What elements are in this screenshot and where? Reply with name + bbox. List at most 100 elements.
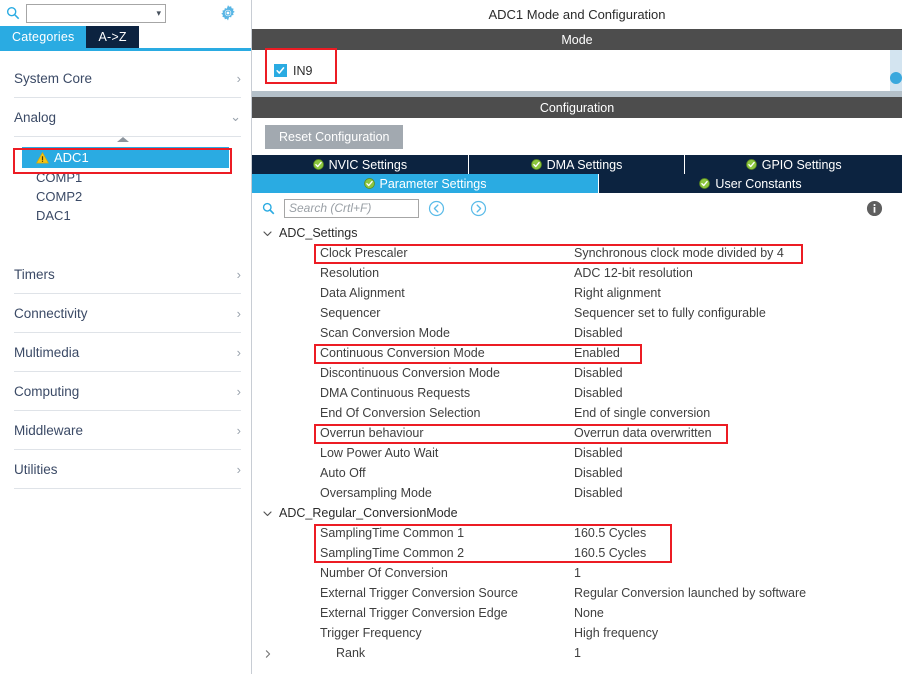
table-row[interactable]: Clock Prescaler Synchronous clock mode d… xyxy=(252,243,902,263)
table-row[interactable]: Scan Conversion Mode Disabled xyxy=(252,323,902,343)
param-value[interactable]: Disabled xyxy=(574,366,623,380)
sidebar-item-computing[interactable]: Computing › xyxy=(14,372,241,411)
sidebar-item-utilities[interactable]: Utilities › xyxy=(14,450,241,489)
param-value[interactable]: Disabled xyxy=(574,466,623,480)
tab-nvic-settings[interactable]: NVIC Settings xyxy=(252,155,469,174)
tab-parameter-settings[interactable]: Parameter Settings xyxy=(252,174,599,193)
table-row[interactable]: Sequencer Sequencer set to fully configu… xyxy=(252,303,902,323)
tab-user-constants[interactable]: User Constants xyxy=(599,174,902,193)
sidebar-search-combo[interactable]: ▾ xyxy=(26,3,166,23)
sidebar-item-connectivity-label: Connectivity xyxy=(14,305,88,321)
sidebar-tabs-filler xyxy=(138,26,251,48)
table-row[interactable]: Continuous Conversion Mode Enabled xyxy=(252,343,902,363)
chevron-right-circle-icon[interactable] xyxy=(470,200,487,217)
group-header-adc-regular-conversionmode[interactable]: ADC_Regular_ConversionMode xyxy=(252,503,902,523)
param-value[interactable]: Disabled xyxy=(574,326,623,340)
param-name: Sequencer xyxy=(320,306,381,320)
param-value[interactable]: 1 xyxy=(574,646,581,660)
gear-icon[interactable] xyxy=(219,4,237,22)
group-header-adc-settings[interactable]: ADC_Settings xyxy=(252,223,902,243)
param-name: Auto Off xyxy=(320,466,366,480)
parameter-settings-panel: ADC_Settings Clock Prescaler Synchronous… xyxy=(252,193,902,674)
param-value[interactable]: Synchronous clock mode divided by 4 xyxy=(574,246,784,260)
reset-configuration-button[interactable]: Reset Configuration xyxy=(265,124,404,149)
checkbox-checked-icon[interactable] xyxy=(274,64,287,77)
table-row[interactable]: SamplingTime Common 2 160.5 Cycles xyxy=(252,543,902,563)
sidebar-tab-categories-label: Categories xyxy=(12,30,75,44)
mode-checkbox-in9-label: IN9 xyxy=(293,63,313,78)
sidebar-item-comp1[interactable]: COMP1 xyxy=(36,168,251,187)
green-check-icon xyxy=(530,159,542,170)
param-name: Oversampling Mode xyxy=(320,486,432,500)
param-value[interactable]: Enabled xyxy=(574,346,620,360)
param-name: Discontinuous Conversion Mode xyxy=(320,366,500,380)
parameter-search-input[interactable] xyxy=(284,198,419,218)
table-row[interactable]: Rank 1 xyxy=(252,643,902,663)
table-row[interactable]: Low Power Auto Wait Disabled xyxy=(252,443,902,463)
search-icon xyxy=(262,202,275,215)
sidebar-item-comp1-label: COMP1 xyxy=(36,170,83,185)
collapse-arrow-icon[interactable] xyxy=(117,137,129,142)
param-value[interactable]: 160.5 Cycles xyxy=(574,546,646,560)
param-value[interactable]: 160.5 Cycles xyxy=(574,526,646,540)
sidebar-item-timers[interactable]: Timers › xyxy=(14,255,241,294)
table-row[interactable]: Resolution ADC 12-bit resolution xyxy=(252,263,902,283)
param-value[interactable]: Sequencer set to fully configurable xyxy=(574,306,766,320)
sidebar-item-middleware[interactable]: Middleware › xyxy=(14,411,241,450)
configuration-tabs-row-2: Parameter Settings User Constants xyxy=(252,174,902,193)
sidebar-tab-a-to-z[interactable]: A->Z xyxy=(86,26,139,48)
mode-scrollbar-thumb[interactable] xyxy=(890,72,902,84)
param-value[interactable]: 1 xyxy=(574,566,581,580)
param-value[interactable]: ADC 12-bit resolution xyxy=(574,266,693,280)
table-row[interactable]: End Of Conversion Selection End of singl… xyxy=(252,403,902,423)
table-row[interactable]: Trigger Frequency High frequency xyxy=(252,623,902,643)
tab-dma-settings[interactable]: DMA Settings xyxy=(468,155,686,174)
param-value[interactable]: Disabled xyxy=(574,446,623,460)
table-row[interactable]: Number Of Conversion 1 xyxy=(252,563,902,583)
sidebar-item-dac1-label: DAC1 xyxy=(36,208,71,223)
search-icon xyxy=(6,6,20,20)
param-value[interactable]: Regular Conversion launched by software xyxy=(574,586,806,600)
page-title: ADC1 Mode and Configuration xyxy=(252,0,902,29)
param-value[interactable]: Right alignment xyxy=(574,286,661,300)
table-row[interactable]: Auto Off Disabled xyxy=(252,463,902,483)
table-row[interactable]: External Trigger Conversion Edge None xyxy=(252,603,902,623)
sidebar-item-connectivity[interactable]: Connectivity › xyxy=(14,294,241,333)
param-value[interactable]: Disabled xyxy=(574,486,623,500)
sidebar-item-comp2[interactable]: COMP2 xyxy=(36,187,251,206)
chevron-left-circle-icon[interactable] xyxy=(428,200,445,217)
sidebar-item-system-core-label: System Core xyxy=(14,70,93,86)
mode-checkbox-in9[interactable]: IN9 xyxy=(274,64,312,78)
sidebar-item-multimedia[interactable]: Multimedia › xyxy=(14,333,241,372)
sidebar-item-dac1[interactable]: DAC1 xyxy=(36,206,251,225)
param-name: Low Power Auto Wait xyxy=(320,446,439,460)
table-row[interactable]: External Trigger Conversion Source Regul… xyxy=(252,583,902,603)
table-row[interactable]: Discontinuous Conversion Mode Disabled xyxy=(252,363,902,383)
param-value[interactable]: High frequency xyxy=(574,626,658,640)
sidebar-item-analog[interactable]: Analog ⌄ xyxy=(14,98,241,137)
param-value[interactable]: End of single conversion xyxy=(574,406,710,420)
sidebar-item-system-core[interactable]: System Core › xyxy=(14,59,241,98)
param-value[interactable]: Overrun data overwritten xyxy=(574,426,712,440)
chevron-right-icon[interactable] xyxy=(263,648,273,658)
sidebar-item-timers-label: Timers xyxy=(14,266,55,282)
param-value[interactable]: None xyxy=(574,606,604,620)
table-row[interactable]: Oversampling Mode Disabled xyxy=(252,483,902,503)
table-row[interactable]: Data Alignment Right alignment xyxy=(252,283,902,303)
info-icon[interactable] xyxy=(866,200,883,217)
component-sidebar: ▾ Categories A->Z System Core › Analog ⌄… xyxy=(0,0,252,674)
tab-gpio-settings[interactable]: GPIO Settings xyxy=(685,155,902,174)
mode-scrollbar[interactable] xyxy=(890,50,902,91)
sidebar-item-adc1[interactable]: ADC1 xyxy=(22,147,229,168)
table-row[interactable]: SamplingTime Common 1 160.5 Cycles xyxy=(252,523,902,543)
param-value[interactable]: Disabled xyxy=(574,386,623,400)
table-row[interactable]: DMA Continuous Requests Disabled xyxy=(252,383,902,403)
sidebar-tab-categories[interactable]: Categories xyxy=(0,26,87,48)
param-name: Number Of Conversion xyxy=(320,566,448,580)
analog-expander-indicator xyxy=(0,137,251,147)
sidebar-search-row: ▾ xyxy=(0,0,251,26)
chevron-down-icon: ▾ xyxy=(156,7,161,18)
sidebar-tab-a-to-z-label: A->Z xyxy=(98,30,127,44)
chevron-right-icon: › xyxy=(236,383,241,399)
table-row[interactable]: Overrun behaviour Overrun data overwritt… xyxy=(252,423,902,443)
